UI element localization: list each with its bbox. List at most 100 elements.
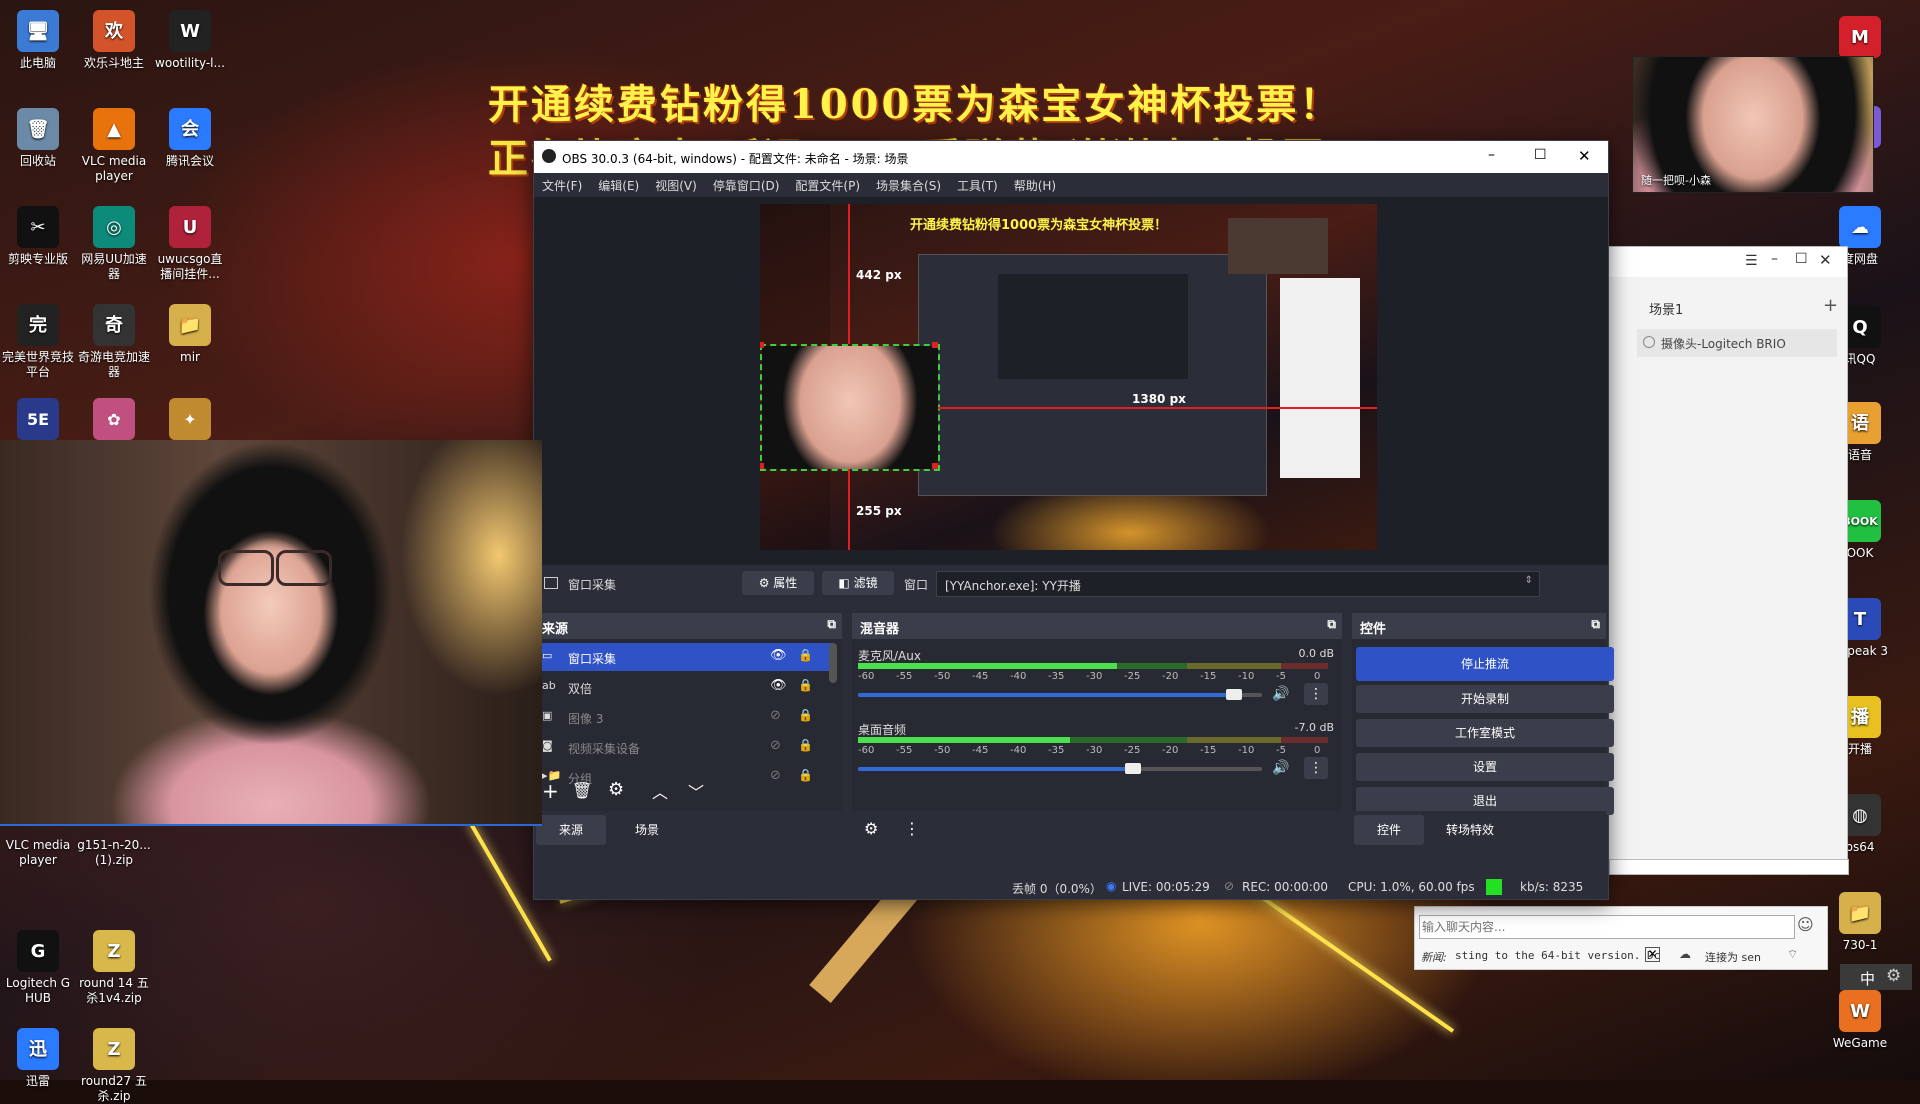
settings-button[interactable]: 设置 [1356, 753, 1614, 781]
move-down-icon[interactable]: ﹀ [688, 779, 704, 803]
move-up-icon[interactable]: ︿ [652, 779, 668, 803]
menu-item[interactable]: 配置文件(P) [787, 173, 868, 198]
remove-source-icon[interactable]: 🗑 [572, 781, 592, 800]
app-icon: 会 [169, 108, 211, 150]
source-row[interactable]: ◙ 视频采集设备 ⊘ 🔒 [534, 733, 834, 761]
meter-tick-label: -35 [1048, 745, 1065, 756]
lock-icon[interactable]: 🔒 [798, 648, 813, 662]
eye-hidden-icon[interactable]: ⊘ [770, 738, 781, 753]
app-icon[interactable]: ✦ [169, 398, 211, 440]
close-icon[interactable]: ✕ [1819, 251, 1832, 269]
menu-item[interactable]: 停靠窗口(D) [705, 173, 788, 198]
ticker-close-icon[interactable]: ✕ [1645, 947, 1660, 962]
desktop-icon[interactable]: 📁 mir [152, 298, 228, 365]
add-scene-icon[interactable]: + [1823, 295, 1838, 316]
menu-icon[interactable]: ☰ [1745, 253, 1758, 269]
menu-item[interactable]: 编辑(E) [590, 173, 647, 198]
app-icon: 📁 [1839, 892, 1881, 934]
undock-icon[interactable]: ⧉ [1591, 617, 1600, 632]
selected-source-box[interactable] [760, 344, 940, 471]
desktop-icon[interactable]: 会腾讯会议 [152, 102, 228, 169]
sources-scrollbar[interactable] [829, 643, 837, 683]
channel-menu-icon[interactable]: ⋮ [1304, 757, 1328, 779]
volume-slider[interactable] [858, 763, 1262, 774]
app-icon[interactable]: 5E [17, 398, 59, 440]
obs-maximize-icon[interactable]: ☐ [1534, 147, 1547, 163]
lock-icon[interactable]: 🔒 [798, 708, 813, 722]
meter-tick-label: -20 [1162, 745, 1179, 756]
start-recording-button[interactable]: 开始录制 [1356, 685, 1614, 713]
desktop-icon[interactable]: Wwootility-l... [152, 4, 228, 71]
desktop-icon[interactable]: 📁 730-1 [1824, 886, 1896, 953]
app-icon[interactable]: ✿ [93, 398, 135, 440]
obs-minimize-icon[interactable]: – [1488, 147, 1495, 163]
eye-icon[interactable]: 👁 [770, 678, 787, 693]
desktop-icon[interactable]: g151-n-20...(1).zip [76, 838, 152, 868]
stop-streaming-button[interactable]: 停止推流 [1356, 647, 1614, 681]
window-capture-icon [544, 577, 558, 589]
volume-slider-handle[interactable] [1225, 689, 1242, 700]
source-settings-icon[interactable]: ⚙ [608, 779, 624, 800]
rec-time: REC: 00:00:00 [1242, 880, 1329, 894]
lock-icon[interactable]: 🔒 [798, 678, 813, 692]
desktop-icon[interactable]: 迅迅雷 [0, 1022, 76, 1089]
mixer-menu-icon[interactable]: ⋮ [904, 819, 920, 838]
speaker-icon[interactable]: 🔊 [1272, 686, 1289, 702]
lock-icon[interactable]: 🔒 [798, 738, 813, 752]
scene-name[interactable]: 场景1 [1649, 299, 1683, 318]
desktop-icon[interactable]: ▲ VLC media player [76, 102, 152, 184]
undock-icon[interactable]: ⧉ [1327, 617, 1336, 632]
menu-item[interactable]: 场景集合(S) [868, 173, 949, 198]
studio-mode-button[interactable]: 工作室模式 [1356, 719, 1614, 747]
ime-settings-icon[interactable]: ⚙ [1886, 966, 1901, 986]
undock-icon[interactable]: ⧉ [827, 617, 836, 632]
mixer-settings-icon[interactable]: ⚙ [864, 819, 878, 838]
window-select[interactable]: [YYAnchor.exe]: YY开播 ⇕ [936, 571, 1540, 597]
desktop-icon[interactable]: 奇奇游电竞加速器 [76, 298, 152, 380]
tab-sources[interactable]: 来源 [536, 815, 606, 845]
desktop-icon[interactable]: 🖥 此电脑 [0, 4, 76, 71]
source-row[interactable]: ▣ 图像 3 ⊘ 🔒 [534, 703, 834, 731]
obs-preview[interactable]: 开通续费钻粉得1000票为森宝女神杯投票！ 442 px 1380 px 255… [534, 197, 1608, 565]
volume-slider-handle[interactable] [1124, 763, 1141, 774]
scene-item-camera[interactable]: 摄像头-Logitech BRIO [1661, 335, 1786, 352]
tab-controls[interactable]: 控件 [1354, 815, 1424, 845]
menu-item[interactable]: 视图(V) [647, 173, 705, 198]
source-row[interactable]: ab 双倍 👁 🔒 [534, 673, 834, 701]
desktop-icon[interactable]: Zround 14 五杀1v4.zip [76, 924, 152, 1006]
desktop-icon[interactable]: G Logitech G HUB [0, 924, 76, 1006]
desktop-icon[interactable]: VLC media player [0, 838, 76, 868]
desktop-icon[interactable]: Zround27 五杀.zip [76, 1022, 152, 1104]
tab-transitions[interactable]: 转场特效 [1430, 815, 1510, 845]
source-row[interactable]: ▭ 窗口采集 👁 🔒 [534, 643, 834, 671]
desktop-icon[interactable]: Uuwucsgo直播间挂件... [152, 200, 228, 282]
speaker-icon[interactable]: 🔊 [1272, 760, 1289, 776]
desktop-icon[interactable]: ✂ 剪映专业版 [0, 200, 76, 267]
preview-canvas[interactable]: 开通续费钻粉得1000票为森宝女神杯投票！ 442 px 1380 px 255… [760, 204, 1377, 550]
rec-icon: ⊘ [1224, 879, 1235, 893]
volume-slider[interactable] [858, 689, 1262, 700]
channel-menu-icon[interactable]: ⋮ [1304, 683, 1328, 705]
eye-hidden-icon[interactable]: ⊘ [770, 708, 781, 723]
minimize-icon[interactable]: – [1771, 251, 1778, 267]
obs-close-icon[interactable]: ✕ [1578, 147, 1591, 165]
menu-item[interactable]: 帮助(H) [1006, 173, 1064, 198]
desktop-icon[interactable]: 🗑 回收站 [0, 102, 76, 169]
eye-icon[interactable]: 👁 [770, 648, 787, 663]
chat-input[interactable] [1419, 915, 1795, 939]
emoji-icon[interactable]: ☺ [1797, 915, 1814, 934]
filters-button[interactable]: ◧ 滤镜 [822, 571, 894, 595]
desktop-icon[interactable]: 欢欢乐斗地主 [76, 4, 152, 71]
properties-button[interactable]: ⚙ 属性 [742, 571, 814, 595]
ime-mode[interactable]: 中 [1860, 968, 1875, 989]
desktop-icon[interactable]: W WeGame [1824, 984, 1896, 1051]
app-icon: ◎ [93, 206, 135, 248]
tab-scenes[interactable]: 场景 [612, 815, 682, 845]
menu-item[interactable]: 文件(F) [534, 173, 590, 198]
desktop-icon[interactable]: ◎ 网易UU加速器 [76, 200, 152, 282]
mixer-dock: 混音器 ⧉ 麦克风/Aux 0.0 dB -60 -55 -50 -45 -40 -35 -30… [852, 613, 1342, 851]
add-source-icon[interactable]: + [542, 779, 559, 803]
desktop-icon[interactable]: 完完美世界竞技平台 [0, 298, 76, 380]
maximize-icon[interactable]: ☐ [1795, 251, 1808, 267]
menu-item[interactable]: 工具(T) [949, 173, 1006, 198]
